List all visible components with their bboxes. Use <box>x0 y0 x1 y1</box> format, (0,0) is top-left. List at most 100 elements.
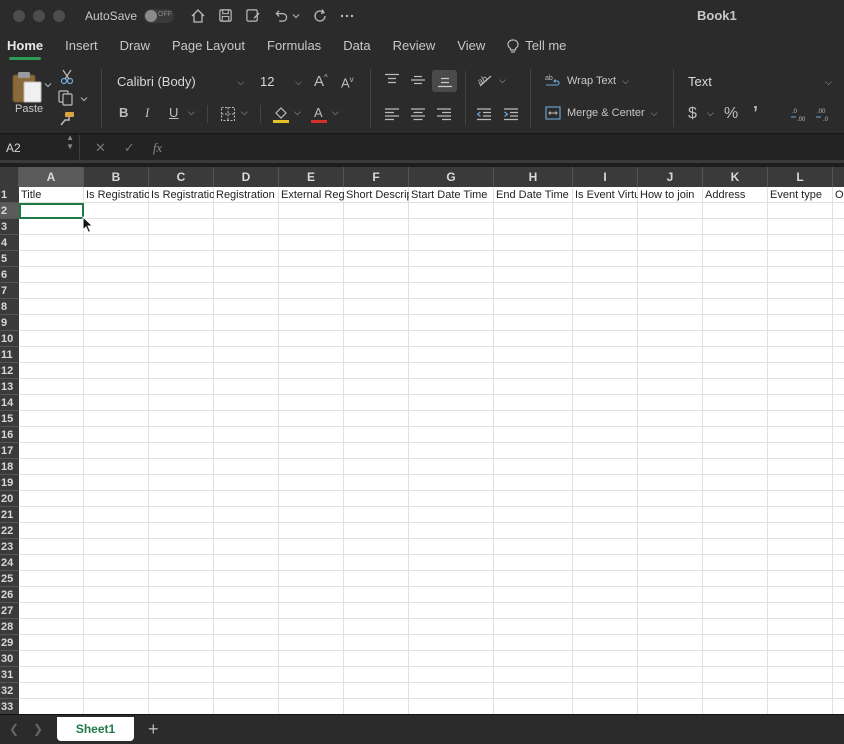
cell-m1[interactable]: O <box>833 187 844 203</box>
chevron-down-icon[interactable]: ⌵ <box>241 107 248 118</box>
row-header-14[interactable]: 14 <box>0 395 19 411</box>
name-box[interactable]: A2 ▲ ▼ <box>0 133 80 161</box>
decrease-indent-icon[interactable] <box>476 107 492 121</box>
copy-icon[interactable] <box>58 90 76 106</box>
merge-center-button[interactable]: Merge & Center ⌵ <box>545 106 657 120</box>
orientation-icon[interactable]: ab <box>476 71 494 89</box>
align-bottom-button[interactable] <box>432 70 457 92</box>
chevron-down-icon[interactable]: ⌵ <box>332 107 339 118</box>
row-header-16[interactable]: 16 <box>0 427 19 443</box>
zoom-window-button[interactable] <box>53 9 65 22</box>
row-header-11[interactable]: 11 <box>0 347 19 363</box>
column-header-l[interactable]: L <box>768 167 833 187</box>
row-header-5[interactable]: 5 <box>0 251 19 267</box>
align-center-icon[interactable] <box>410 107 426 121</box>
tab-draw[interactable]: Draw <box>120 31 150 61</box>
tab-insert[interactable]: Insert <box>65 31 98 61</box>
row-header-24[interactable]: 24 <box>0 555 19 571</box>
row-header-27[interactable]: 27 <box>0 603 19 619</box>
close-window-button[interactable] <box>13 9 25 22</box>
row-header-18[interactable]: 18 <box>0 459 19 475</box>
fill-color-icon[interactable] <box>272 104 290 124</box>
name-box-stepper-icon[interactable]: ▲ ▼ <box>66 133 74 151</box>
cell-d1[interactable]: Registration <box>214 187 279 203</box>
cell-l1[interactable]: Event type <box>768 187 833 203</box>
row-header-25[interactable]: 25 <box>0 571 19 587</box>
add-sheet-button[interactable]: + <box>148 719 159 740</box>
row-header-4[interactable]: 4 <box>0 235 19 251</box>
column-header-e[interactable]: E <box>279 167 344 187</box>
number-format-dropdown[interactable]: Text ⌵ <box>682 71 836 93</box>
row-header-3[interactable]: 3 <box>0 219 19 235</box>
cell-j1[interactable]: How to join <box>638 187 703 203</box>
row-header-21[interactable]: 21 <box>0 507 19 523</box>
italic-icon[interactable]: I <box>145 105 149 121</box>
column-header-c[interactable]: C <box>149 167 214 187</box>
row-header-2[interactable]: 2 <box>0 203 19 219</box>
more-icon[interactable] <box>340 9 354 23</box>
column-header-k[interactable]: K <box>703 167 768 187</box>
save-icon[interactable] <box>218 8 233 23</box>
row-header-8[interactable]: 8 <box>0 299 19 315</box>
column-header-a[interactable]: A <box>19 167 84 187</box>
font-color-icon[interactable]: A <box>310 104 328 124</box>
cell-f1[interactable]: Short Descrip <box>344 187 409 203</box>
decrease-decimal-icon[interactable]: .00.0 <box>815 105 833 123</box>
increase-font-size-icon[interactable]: A^ <box>314 73 328 90</box>
chevron-down-icon[interactable]: ⌵ <box>707 108 714 119</box>
row-header-12[interactable]: 12 <box>0 363 19 379</box>
chevron-down-icon[interactable]: ⌵ <box>499 75 506 86</box>
redo-icon[interactable] <box>312 8 328 24</box>
sheet-tab-sheet1[interactable]: Sheet1 <box>57 717 134 741</box>
copy-dropdown-icon[interactable] <box>80 95 88 103</box>
row-header-28[interactable]: 28 <box>0 619 19 635</box>
cell-i1[interactable]: Is Event Virtu <box>573 187 638 203</box>
align-middle-icon[interactable] <box>410 73 426 87</box>
cell-e1[interactable]: External Reg <box>279 187 344 203</box>
font-size-dropdown[interactable]: 12 ⌵ <box>254 71 306 93</box>
borders-icon[interactable] <box>220 106 236 122</box>
column-header-m[interactable]: M <box>833 167 844 187</box>
row-header-31[interactable]: 31 <box>0 667 19 683</box>
increase-indent-icon[interactable] <box>503 107 519 121</box>
save-as-icon[interactable] <box>245 8 261 23</box>
paste-dropdown-icon[interactable] <box>44 81 52 89</box>
chevron-down-icon[interactable]: ⌵ <box>188 107 195 118</box>
cell-a1[interactable]: Title <box>19 187 84 203</box>
row-header-7[interactable]: 7 <box>0 283 19 299</box>
cell-h1[interactable]: End Date Time <box>494 187 573 203</box>
enter-icon[interactable]: ✓ <box>124 140 135 156</box>
align-top-icon[interactable] <box>384 73 400 87</box>
undo-dropdown-icon[interactable] <box>292 12 300 20</box>
row-header-13[interactable]: 13 <box>0 379 19 395</box>
tell-me-search[interactable]: Tell me <box>507 31 566 61</box>
row-header-30[interactable]: 30 <box>0 651 19 667</box>
column-header-b[interactable]: B <box>84 167 149 187</box>
row-header-15[interactable]: 15 <box>0 411 19 427</box>
tab-review[interactable]: Review <box>393 31 436 61</box>
align-left-icon[interactable] <box>384 107 400 121</box>
tab-page-layout[interactable]: Page Layout <box>172 31 245 61</box>
minimize-window-button[interactable] <box>33 9 45 22</box>
worksheet-grid[interactable]: ABCDEFGHIJKLM 12345678910111213141516171… <box>0 167 844 714</box>
column-header-g[interactable]: G <box>409 167 494 187</box>
column-header-i[interactable]: I <box>573 167 638 187</box>
row-header-6[interactable]: 6 <box>0 267 19 283</box>
align-right-icon[interactable] <box>436 107 452 121</box>
row-header-32[interactable]: 32 <box>0 683 19 699</box>
row-header-9[interactable]: 9 <box>0 315 19 331</box>
undo-icon[interactable] <box>273 8 289 23</box>
autosave-toggle[interactable]: OFF <box>144 8 175 23</box>
row-header-26[interactable]: 26 <box>0 587 19 603</box>
paste-icon[interactable] <box>10 70 44 104</box>
row-header-20[interactable]: 20 <box>0 491 19 507</box>
bold-icon[interactable]: B <box>119 105 128 120</box>
column-header-h[interactable]: H <box>494 167 573 187</box>
select-all-button[interactable] <box>0 167 19 187</box>
column-header-d[interactable]: D <box>214 167 279 187</box>
paste-label[interactable]: Paste <box>15 103 43 115</box>
cell-g1[interactable]: Start Date Time <box>409 187 494 203</box>
next-sheet-icon[interactable]: ❯ <box>33 722 43 736</box>
column-header-j[interactable]: J <box>638 167 703 187</box>
row-header-23[interactable]: 23 <box>0 539 19 555</box>
